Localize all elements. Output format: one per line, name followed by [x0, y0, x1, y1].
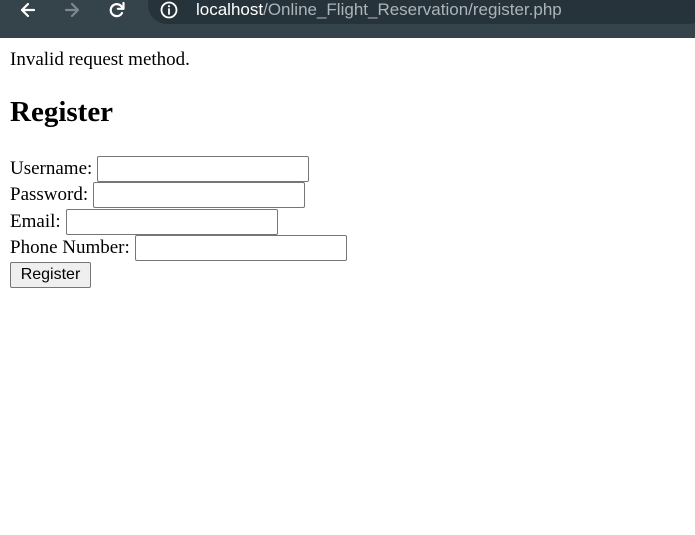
password-label: Password: [10, 184, 89, 205]
phone-field[interactable] [134, 235, 347, 261]
register-button[interactable]: Register [10, 262, 91, 288]
forward-button[interactable] [60, 0, 84, 20]
username-row: Username: [10, 156, 310, 182]
info-icon[interactable] [160, 1, 178, 19]
url-host: localhost [196, 0, 264, 19]
password-field[interactable] [93, 182, 306, 208]
email-row: Email: [10, 209, 278, 235]
error-message: Invalid request method. [10, 49, 190, 70]
reload-button[interactable] [105, 0, 129, 20]
phone-label: Phone Number: [10, 237, 130, 258]
password-row: Password: [10, 182, 306, 208]
back-button[interactable] [16, 0, 40, 20]
url-text[interactable]: localhost/Online_Flight_Reservation/regi… [196, 0, 562, 21]
arrow-right-icon [64, 2, 80, 18]
email-field[interactable] [65, 209, 278, 235]
email-label: Email: [10, 211, 61, 232]
url-path: /Online_Flight_Reservation/register.php [263, 0, 562, 19]
phone-row: Phone Number: [10, 235, 347, 261]
arrow-left-icon [20, 2, 36, 18]
page-title: Register [10, 96, 114, 128]
username-field[interactable] [97, 156, 310, 182]
username-label: Username: [10, 158, 93, 179]
browser-toolbar: localhost/Online_Flight_Reservation/regi… [0, 0, 695, 38]
reload-icon [109, 1, 125, 18]
